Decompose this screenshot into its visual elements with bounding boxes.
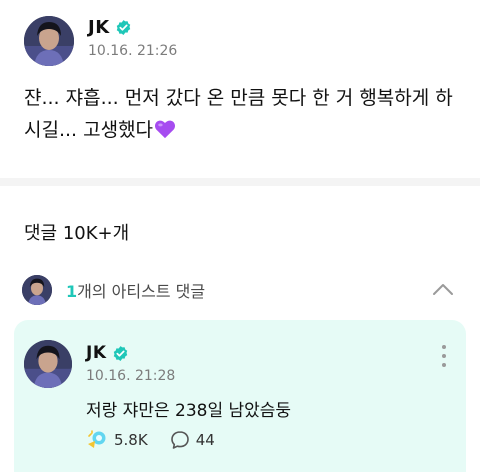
artist-comments-label: 1개의 아티스트 댓글 <box>66 278 205 302</box>
verified-badge-icon <box>112 345 129 362</box>
like-button[interactable]: 5.8K <box>86 430 148 450</box>
artist-comments-text: 개의 아티스트 댓글 <box>77 282 206 301</box>
author-name[interactable]: JK <box>88 17 110 38</box>
more-vertical-icon[interactable] <box>440 345 448 367</box>
verified-badge-icon <box>115 19 132 36</box>
like-count: 5.8K <box>114 431 148 449</box>
chevron-up-icon[interactable] <box>432 280 454 300</box>
speech-bubble-icon <box>170 431 189 449</box>
section-divider <box>0 178 480 186</box>
post-meta: JK 10.16. 21:26 <box>88 16 178 60</box>
reply-button[interactable]: 44 <box>170 430 215 450</box>
post-header: JK 10.16. 21:26 <box>24 16 177 66</box>
post-timestamp: 10.16. 21:26 <box>88 43 178 59</box>
post-content: 쟌... 쟈흡... 먼저 갔다 온 만큼 못다 한 거 행복하게 하시길...… <box>24 82 464 146</box>
comment-author-avatar[interactable] <box>24 340 72 388</box>
artist-comment-card: JK 10.16. 21:28 저랑 쟈만은 238일 남았슴둥 5.8K 44 <box>14 320 466 472</box>
reply-count: 44 <box>195 431 215 449</box>
comment-meta: JK 10.16. 21:28 <box>86 342 175 384</box>
author-row: JK <box>88 16 177 38</box>
comment-actions: 5.8K 44 <box>86 430 215 450</box>
lightstick-like-icon <box>88 430 106 448</box>
comment-count: 댓글 10K+개 <box>24 223 130 244</box>
post-text: 쟌... 쟈흡... 먼저 갔다 온 만큼 못다 한 거 행복하게 하시길...… <box>24 87 453 141</box>
purple-heart-icon <box>154 119 176 139</box>
artist-comments-toggle[interactable]: 1개의 아티스트 댓글 <box>22 274 462 306</box>
author-avatar[interactable] <box>24 16 74 66</box>
comment-timestamp: 10.16. 21:28 <box>86 368 176 384</box>
artist-mini-avatar <box>22 275 52 305</box>
comment-author-row: JK <box>86 342 175 364</box>
comment-text: 저랑 쟈만은 238일 남았슴둥 <box>86 401 292 421</box>
artist-comments-count: 1 <box>66 282 78 301</box>
comment-author-name[interactable]: JK <box>86 343 107 363</box>
